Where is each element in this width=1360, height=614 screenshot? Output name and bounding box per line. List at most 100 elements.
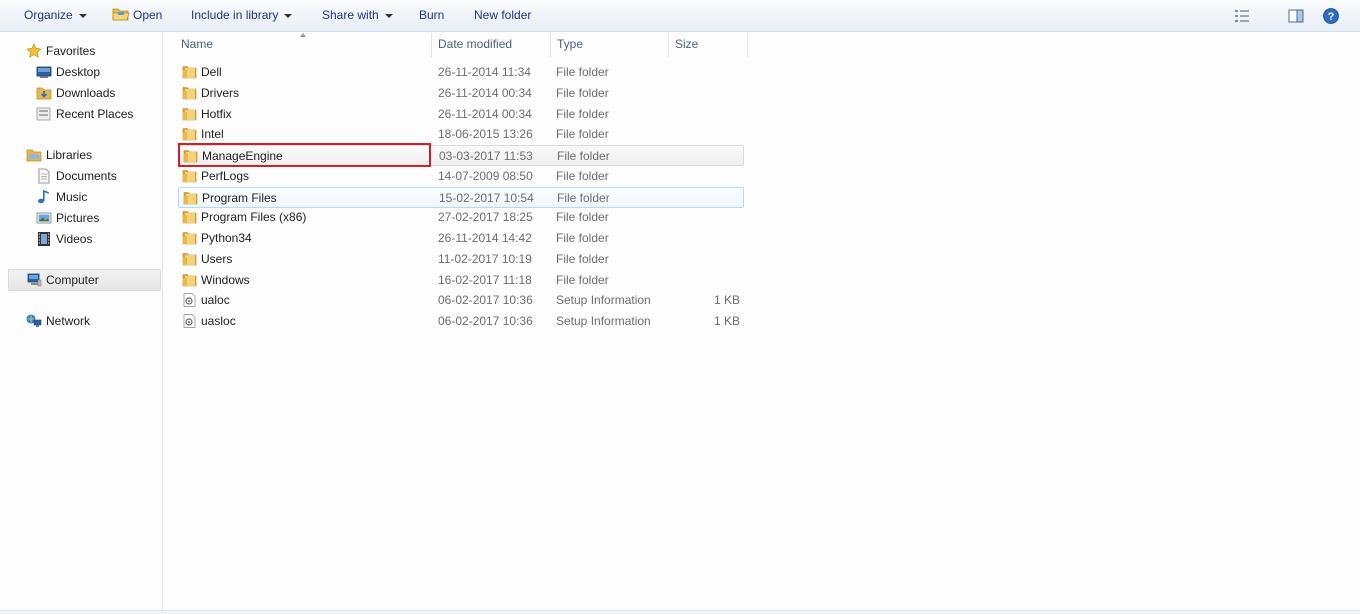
file-date-modified: 26-11-2014 11:34 [438, 65, 531, 79]
sort-ascending-icon [300, 33, 306, 37]
file-name: Windows [201, 272, 250, 287]
file-type: File folder [557, 190, 610, 205]
column-header-type[interactable]: Type [551, 33, 669, 57]
folder-icon [182, 86, 197, 100]
recent-places-icon [36, 107, 51, 121]
chevron-down-icon [78, 13, 87, 18]
file-name: uasloc [201, 314, 236, 328]
file-row[interactable]: ualoc 06-02-2017 10:36 Setup Information 1 … [178, 290, 744, 311]
views-icon [1235, 10, 1249, 22]
folder-icon [182, 273, 197, 286]
file-name: Users [201, 251, 233, 266]
folder-icon [182, 169, 197, 183]
file-row[interactable]: Windows 16-02-2017 11:18 File folder [178, 270, 744, 291]
file-date-modified: 26-11-2014 14:42 [438, 231, 532, 245]
folder-icon [182, 107, 197, 120]
file-date-modified: 03-03-2017 11:53 [439, 149, 533, 163]
pictures-icon [36, 212, 52, 224]
file-size [668, 228, 740, 249]
change-view-button[interactable] [1234, 8, 1268, 24]
file-size [668, 104, 740, 125]
file-type: File folder [556, 251, 609, 266]
file-row[interactable]: uasloc 06-02-2017 10:36 Setup Information 1… [178, 311, 744, 332]
libraries-icon [26, 149, 42, 162]
star-icon [26, 43, 42, 58]
file-date-modified: 11-02-2017 10:19 [438, 251, 532, 266]
open-folder-icon [112, 8, 130, 21]
documents-icon [38, 168, 50, 184]
open-button[interactable]: Open [112, 0, 162, 31]
column-header-size[interactable]: Size [669, 33, 748, 57]
file-name: Python34 [201, 231, 252, 245]
folder-icon [182, 252, 197, 266]
file-name: Drivers [201, 85, 239, 100]
help-button[interactable]: ? [1323, 8, 1339, 24]
burn-button[interactable]: Burn [419, 0, 444, 31]
file-type: File folder [557, 149, 610, 163]
chevron-down-icon [384, 13, 393, 18]
file-date-modified: 27-02-2017 18:25 [438, 210, 533, 225]
folder-icon [182, 211, 197, 224]
help-icon: ? [1323, 8, 1339, 24]
file-row[interactable]: Program Files 15-02-2017 10:54 File folder [178, 186, 744, 208]
file-date-modified: 14-07-2009 08:50 [438, 168, 533, 183]
file-date-modified: 15-02-2017 10:54 [439, 190, 534, 205]
include-in-library-button[interactable]: Include in library [191, 0, 293, 31]
file-name: Hotfix [201, 106, 232, 121]
new-folder-button[interactable]: New folder [474, 0, 531, 31]
file-size [668, 62, 740, 83]
file-row[interactable]: Python34 26-11-2014 14:42 File folder [178, 228, 744, 249]
file-size [668, 124, 740, 145]
file-size [668, 249, 740, 270]
file-type: File folder [556, 65, 609, 79]
preview-pane-button[interactable] [1288, 8, 1304, 24]
file-name: Program Files [202, 190, 277, 205]
folder-icon [183, 191, 198, 204]
file-date-modified: 18-06-2015 13:26 [438, 127, 533, 142]
setup-file-icon [183, 293, 196, 308]
file-row[interactable]: Dell 26-11-2014 11:34 File folder [178, 62, 744, 83]
chevron-down-icon [284, 13, 293, 18]
file-date-modified: 26-11-2014 00:34 [438, 85, 532, 100]
computer-icon [27, 273, 42, 287]
videos-icon [38, 232, 50, 246]
file-size [668, 270, 740, 291]
folder-icon [182, 128, 197, 141]
file-type: File folder [556, 231, 609, 245]
file-row[interactable]: Drivers 26-11-2014 00:34 File folder [178, 83, 744, 104]
file-row[interactable]: Users 11-02-2017 10:19 File folder [178, 249, 744, 270]
file-type: Setup Information [556, 314, 651, 328]
file-type: File folder [556, 272, 609, 287]
folder-icon [182, 232, 197, 245]
svg-text:?: ? [1328, 11, 1335, 23]
file-row[interactable]: PerfLogs 14-07-2009 08:50 File folder [178, 166, 744, 187]
file-type: Setup Information [556, 293, 651, 308]
desktop-icon [36, 66, 52, 78]
file-date-modified: 06-02-2017 10:36 [438, 293, 533, 308]
file-name: Program Files (x86) [201, 210, 307, 225]
setup-file-icon [183, 314, 196, 328]
folder-icon [182, 66, 197, 79]
file-size [669, 146, 741, 167]
command-bar: Organize Open Include in library Share w… [0, 0, 1360, 32]
music-icon [38, 189, 50, 204]
file-date-modified: 26-11-2014 00:34 [438, 106, 532, 121]
preview-pane-icon [1288, 9, 1304, 23]
file-date-modified: 16-02-2017 11:18 [438, 272, 532, 287]
file-size [668, 166, 740, 187]
file-size: 1 KB [713, 314, 740, 328]
organize-button[interactable]: Organize [24, 0, 87, 31]
share-with-button[interactable]: Share with [322, 0, 393, 31]
file-row[interactable]: Hotfix 26-11-2014 00:34 File folder [178, 104, 744, 125]
bottom-border [0, 610, 1360, 614]
file-type: File folder [556, 168, 609, 183]
file-type: File folder [556, 127, 609, 142]
file-date-modified: 06-02-2017 10:36 [438, 314, 533, 328]
network-icon [26, 314, 42, 327]
file-type: File folder [556, 85, 609, 100]
file-size [668, 207, 740, 228]
file-size [668, 83, 740, 104]
column-header-date-modified[interactable]: Date modified [432, 33, 551, 57]
downloads-icon [36, 87, 52, 100]
file-row[interactable]: Program Files (x86) 27-02-2017 18:25 File … [178, 207, 744, 228]
